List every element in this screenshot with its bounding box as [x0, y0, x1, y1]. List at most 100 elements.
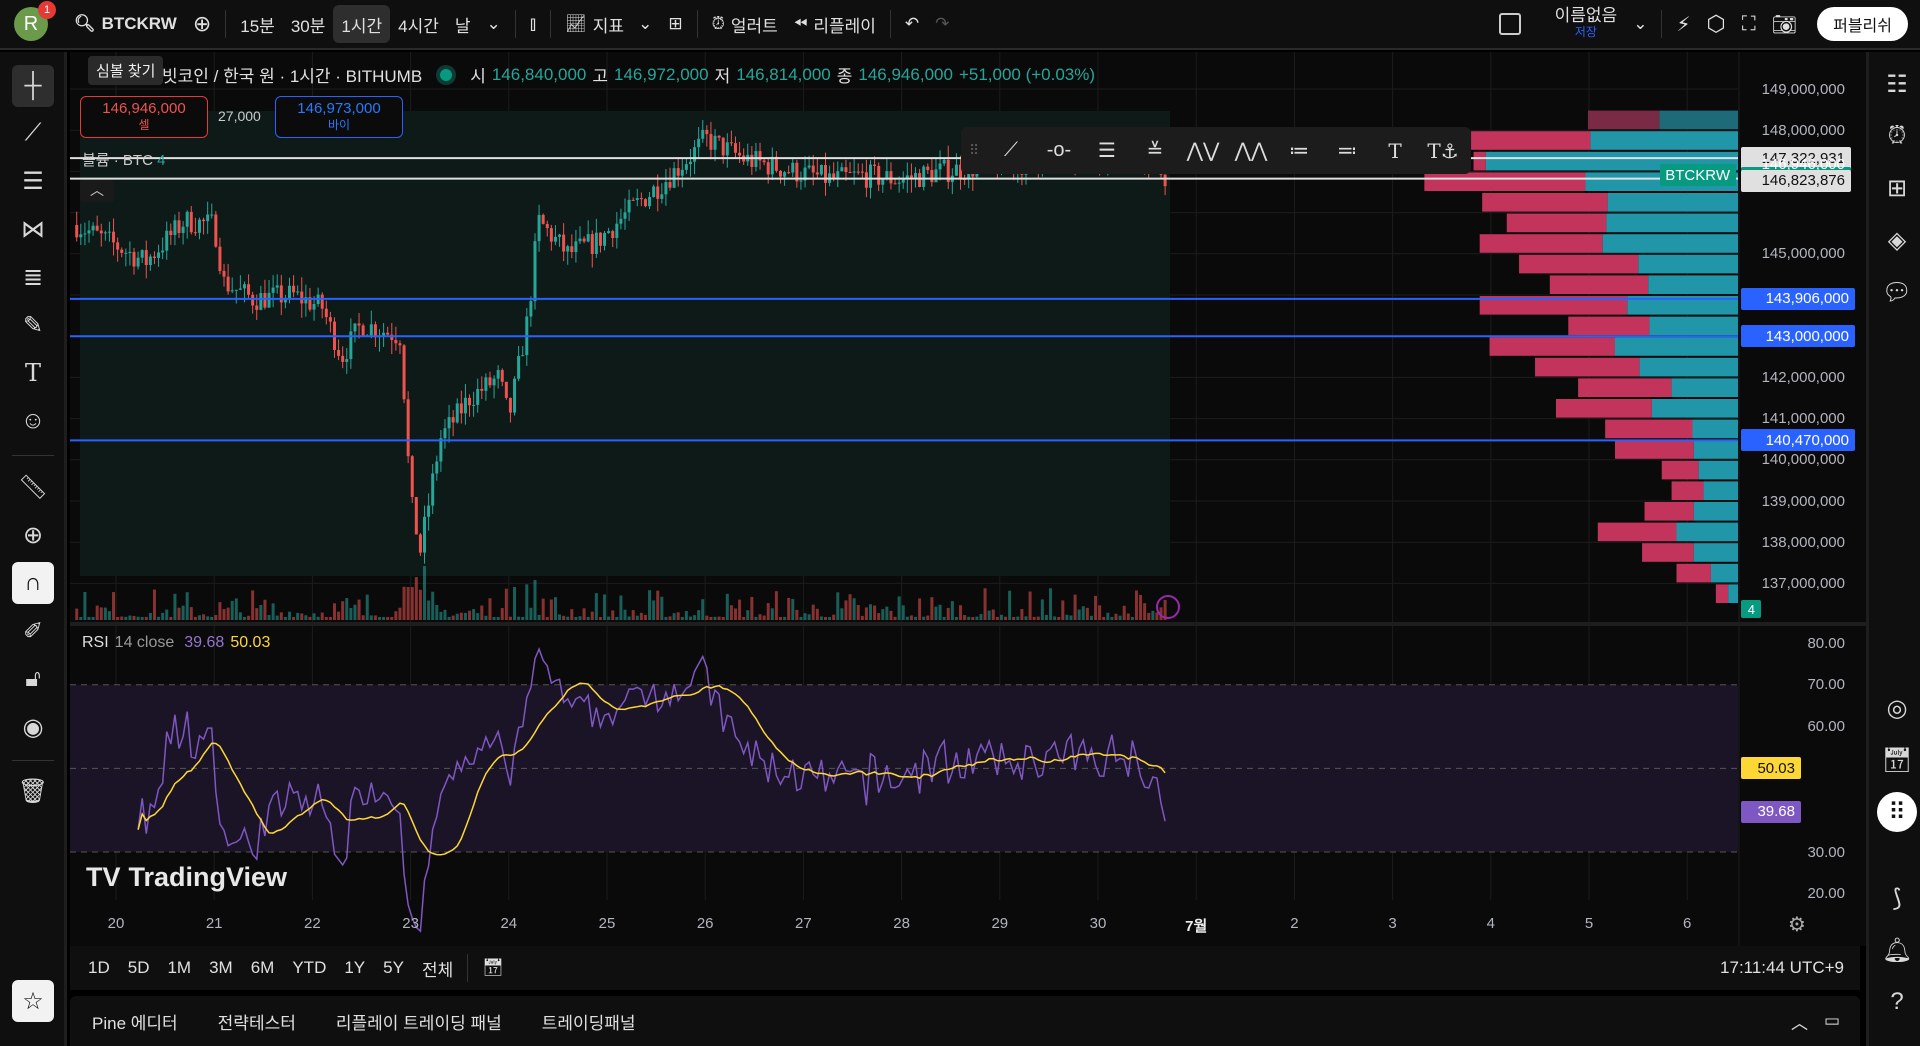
- volume-bar: [210, 616, 214, 620]
- range-button[interactable]: 1D: [80, 949, 118, 987]
- volume-bar: [697, 610, 701, 620]
- drag-handle-icon[interactable]: ⠿: [969, 142, 985, 159]
- candle-body: [684, 164, 688, 170]
- candle-body: [852, 171, 856, 173]
- candle-body: [570, 246, 574, 253]
- price-tick-label: 138,000,000: [1761, 533, 1845, 551]
- volume-bar: [701, 599, 705, 620]
- clock[interactable]: 17:11:44 UTC+9: [1720, 958, 1844, 978]
- collapse-legend-button[interactable]: ︿: [80, 180, 114, 202]
- time-tick-label: 24: [500, 915, 518, 932]
- abc-wave-button[interactable]: ⋀⋀: [1229, 131, 1273, 171]
- candle-body: [324, 308, 328, 318]
- forecast-button[interactable]: ≕: [1325, 131, 1369, 171]
- volume-bar: [1139, 594, 1143, 620]
- notifications-button[interactable]: 🔔︎: [1877, 930, 1917, 970]
- add-list-button[interactable]: ⊞: [1877, 168, 1917, 208]
- go-to-date-button[interactable]: 📅︎: [474, 949, 512, 987]
- bottom-tab[interactable]: 트레이딩패널: [542, 1009, 636, 1034]
- maximize-panel-button[interactable]: ▭: [1816, 1002, 1848, 1040]
- rsi-tick-label: 60.00: [1807, 718, 1845, 736]
- candle-body: [476, 388, 480, 405]
- volume-bar: [909, 615, 913, 620]
- text-button[interactable]: T: [1373, 131, 1417, 171]
- streams-button[interactable]: ⟆: [1877, 878, 1917, 918]
- candle-body: [161, 250, 165, 253]
- buy-button[interactable]: 146,973,000 바이: [275, 96, 403, 138]
- time-tick-label: 29: [991, 915, 1009, 932]
- volume-bar: [893, 616, 897, 620]
- chat-button[interactable]: 💬︎: [1877, 272, 1917, 312]
- volume-profile-sell-bar: [1642, 543, 1694, 562]
- object-tree-button[interactable]: ◈: [1877, 220, 1917, 260]
- candle-body: [856, 171, 860, 173]
- range-button[interactable]: 5Y: [375, 949, 412, 987]
- range-button[interactable]: 1Y: [336, 949, 373, 987]
- fib-retracement-button[interactable]: ≚: [1133, 131, 1177, 171]
- apps-button[interactable]: ⠿: [1877, 792, 1917, 832]
- candle-body: [566, 246, 570, 252]
- anchored-text-button[interactable]: T⚓︎: [1421, 131, 1465, 171]
- volume-profile-sell-bar: [1471, 131, 1591, 150]
- volume-bar: [345, 598, 349, 620]
- candle-body: [455, 403, 459, 423]
- parallel-channel-button[interactable]: ☰: [1085, 131, 1129, 171]
- candle-body: [263, 293, 267, 308]
- sell-button[interactable]: 146,946,000 셀: [80, 96, 208, 138]
- ideas-button[interactable]: ◎: [1877, 688, 1917, 728]
- range-button[interactable]: 6M: [243, 949, 283, 987]
- volume-bar: [116, 616, 120, 620]
- range-button[interactable]: 5D: [120, 949, 158, 987]
- price-tick-label: 145,000,000: [1761, 245, 1845, 263]
- volume-bar: [427, 600, 431, 620]
- volume-profile-sell-bar: [1479, 234, 1603, 253]
- help-button[interactable]: ?: [1877, 982, 1917, 1022]
- horizontal-ray-button[interactable]: -o-: [1037, 131, 1081, 171]
- axis-settings-button[interactable]: ⚙︎: [1788, 912, 1806, 937]
- candle-body: [185, 211, 189, 227]
- star-icon: ☆: [22, 987, 44, 1015]
- candle-body: [660, 194, 664, 199]
- alerts-button[interactable]: ⏰︎: [1877, 116, 1917, 156]
- candle-body: [586, 234, 590, 242]
- candle-body: [406, 399, 410, 457]
- range-button[interactable]: YTD: [284, 949, 334, 987]
- list-bookmark-icon: ☷: [1886, 70, 1908, 98]
- expand-panel-button[interactable]: ︿: [1783, 1002, 1816, 1040]
- volume-bar: [247, 615, 251, 620]
- range-button[interactable]: ≔: [1277, 131, 1321, 171]
- candle-body: [521, 355, 525, 357]
- volume-bar: [484, 615, 488, 620]
- candle-body: [553, 236, 557, 242]
- time-tick-label: 27: [795, 915, 812, 932]
- channel-icon: ☰: [1098, 140, 1116, 162]
- favorites-button[interactable]: ☆: [12, 980, 54, 1022]
- time-tick-label: 22: [304, 915, 321, 932]
- volume-bar: [533, 579, 537, 620]
- candle-body: [267, 292, 271, 308]
- bottom-tab[interactable]: 전략테스터: [218, 1009, 296, 1034]
- range-button[interactable]: 전체: [414, 949, 461, 987]
- candle-body: [435, 461, 439, 474]
- trend-line-button[interactable]: ⟋: [989, 131, 1033, 171]
- candle-body: [103, 232, 107, 234]
- drawing-favorites-toolbar: ⠿ ⟋ -o- ☰ ≚ ⋀⋁ ⋀⋀ ≔ ≕ T T⚓︎: [961, 127, 1471, 174]
- elliott-wave-button[interactable]: ⋀⋁: [1181, 131, 1225, 171]
- price-chart[interactable]: [0, 0, 1866, 946]
- candle-body: [132, 251, 136, 267]
- volume-bar: [983, 588, 987, 620]
- volume-bar: [459, 612, 463, 620]
- volume-bar: [251, 590, 255, 620]
- time-tick-label: 3: [1388, 915, 1397, 932]
- watchlist-button[interactable]: ☷: [1877, 64, 1917, 104]
- range-button[interactable]: 1M: [159, 949, 199, 987]
- bottom-tab[interactable]: Pine 에디터: [92, 1009, 178, 1034]
- calendar-button[interactable]: 📅︎: [1877, 740, 1917, 780]
- volume-bar: [832, 614, 836, 620]
- volume-bar: [668, 616, 672, 620]
- time-tick-label: 5: [1584, 915, 1594, 932]
- volume-bar: [619, 595, 623, 620]
- range-button[interactable]: 3M: [201, 949, 241, 987]
- bottom-tab[interactable]: 리플레이 트레이딩 패널: [336, 1009, 502, 1034]
- candle-body: [623, 212, 627, 219]
